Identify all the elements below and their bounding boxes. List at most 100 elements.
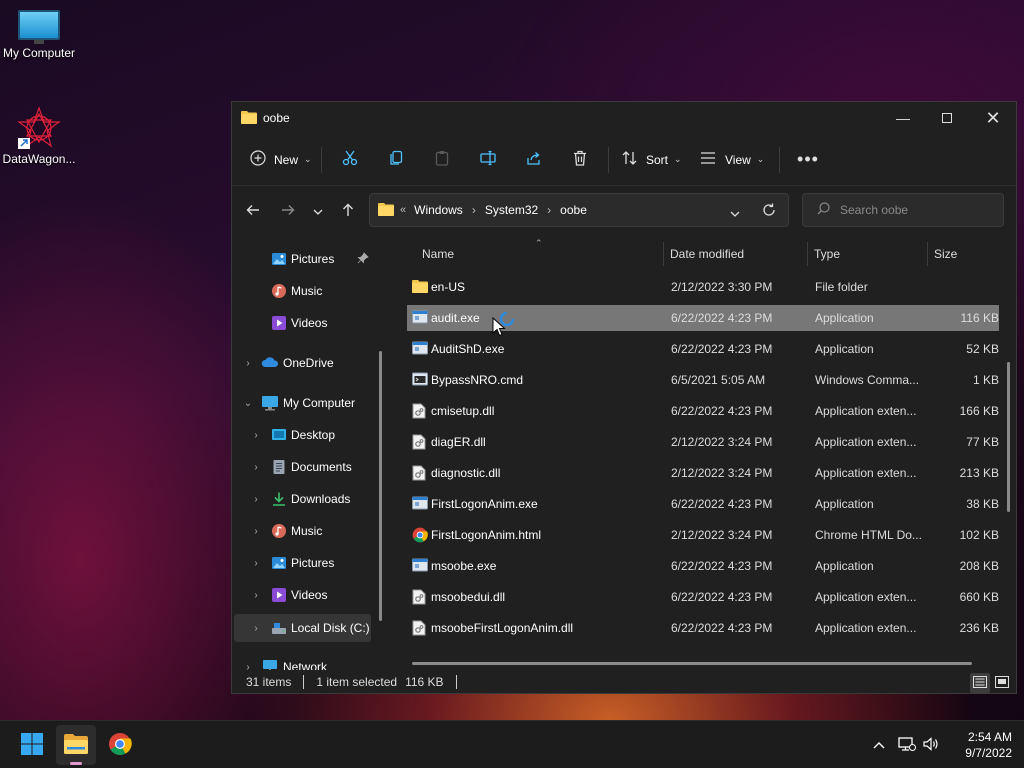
file-row[interactable]: FirstLogonAnim.html 2/12/2022 3:24 PM Chro… bbox=[407, 522, 999, 548]
recent-locations-button[interactable] bbox=[303, 186, 333, 236]
paste-button[interactable] bbox=[419, 144, 465, 176]
forward-button[interactable] bbox=[273, 186, 303, 236]
file-row[interactable]: BypassNRO.cmd 6/5/2021 5:05 AM Windows Com… bbox=[407, 367, 999, 393]
column-header-date[interactable]: Date modified bbox=[670, 236, 744, 272]
clock[interactable]: 2:54 AM 9/7/2022 bbox=[940, 729, 1012, 761]
delete-button[interactable] bbox=[557, 144, 603, 176]
nav-item-music-quick[interactable]: Music bbox=[234, 276, 371, 306]
chevron-right-icon[interactable]: › bbox=[250, 558, 262, 569]
column-divider[interactable] bbox=[663, 242, 664, 266]
column-divider[interactable] bbox=[927, 242, 928, 266]
pictures-icon bbox=[271, 251, 287, 267]
file-date: 6/22/2022 4:23 PM bbox=[671, 621, 773, 635]
nav-item-onedrive[interactable]: › OneDrive bbox=[234, 348, 371, 378]
maximize-button[interactable] bbox=[924, 102, 970, 134]
nav-item-downloads[interactable]: › Downloads bbox=[234, 484, 371, 514]
nav-item-music[interactable]: › Music bbox=[234, 516, 371, 546]
chevron-right-icon[interactable]: › bbox=[242, 662, 254, 671]
file-row[interactable]: FirstLogonAnim.exe 6/22/2022 4:23 PM Appli… bbox=[407, 491, 999, 517]
file-size: 166 KB bbox=[959, 404, 999, 418]
new-button[interactable]: New ⌄ bbox=[250, 144, 316, 176]
up-button[interactable] bbox=[333, 186, 363, 236]
address-dropdown-button[interactable] bbox=[730, 206, 740, 220]
show-hidden-icons-button[interactable] bbox=[866, 721, 892, 768]
tiles-view-icon bbox=[995, 675, 1009, 691]
file-row[interactable]: diagnostic.dll 2/12/2022 3:24 PM Applicati… bbox=[407, 460, 999, 486]
file-row[interactable]: cmisetup.dll 6/22/2022 4:23 PM Application… bbox=[407, 398, 999, 424]
folder-icon bbox=[241, 110, 257, 127]
taskbar-chrome[interactable] bbox=[100, 725, 140, 765]
file-size: 236 KB bbox=[959, 621, 999, 635]
volume-button[interactable] bbox=[920, 721, 942, 768]
breadcrumb-windows[interactable]: Windows bbox=[414, 203, 463, 217]
column-header-name[interactable]: Name bbox=[422, 236, 454, 272]
network-status-button[interactable] bbox=[896, 721, 918, 768]
nav-item-pictures[interactable]: › Pictures bbox=[234, 548, 371, 578]
chevron-right-icon[interactable]: › bbox=[250, 526, 262, 537]
search-box[interactable] bbox=[802, 193, 1004, 227]
cut-button[interactable] bbox=[327, 144, 373, 176]
nav-item-label: Pictures bbox=[291, 556, 335, 570]
sort-button[interactable]: Sort ⌄ bbox=[614, 144, 690, 176]
nav-item-videos-quick[interactable]: Videos bbox=[234, 308, 371, 338]
file-row[interactable]: diagER.dll 2/12/2022 3:24 PM Application e… bbox=[407, 429, 999, 455]
file-list-scrollbar[interactable] bbox=[1007, 362, 1010, 512]
breadcrumb-system32[interactable]: System32 bbox=[485, 203, 538, 217]
horizontal-scrollbar[interactable] bbox=[412, 662, 972, 665]
address-bar[interactable]: « Windows › System32 › oobe bbox=[369, 193, 789, 227]
file-name: FirstLogonAnim.exe bbox=[431, 497, 538, 511]
column-header-type[interactable]: Type bbox=[814, 236, 840, 272]
chevron-right-icon[interactable]: › bbox=[250, 623, 262, 634]
file-explorer-window: oobe — ✕ New ⌄ Sort ⌄ View ⌄ ••• « Windo… bbox=[231, 101, 1017, 694]
pin-icon[interactable] bbox=[357, 252, 369, 267]
rename-button[interactable] bbox=[465, 144, 511, 176]
desktop-icon-my-computer[interactable]: My Computer bbox=[0, 10, 79, 60]
nav-item-my-computer[interactable]: ⌄ My Computer bbox=[234, 388, 371, 418]
nav-item-local-disk[interactable]: › Local Disk (C:) bbox=[234, 614, 371, 642]
file-type: Application exten... bbox=[815, 404, 917, 418]
nav-item-network[interactable]: › Network bbox=[234, 652, 371, 670]
minimize-button[interactable]: — bbox=[880, 102, 926, 134]
back-button[interactable] bbox=[238, 186, 268, 236]
view-button[interactable]: View ⌄ bbox=[690, 144, 774, 176]
close-button[interactable]: ✕ bbox=[970, 102, 1016, 134]
file-date: 6/22/2022 4:23 PM bbox=[671, 311, 773, 325]
taskbar-file-explorer[interactable] bbox=[56, 725, 96, 765]
command-bar: New ⌄ Sort ⌄ View ⌄ ••• bbox=[232, 134, 1016, 186]
sort-ascending-icon: ⌃ bbox=[535, 238, 543, 248]
file-row[interactable]: msoobe.exe 6/22/2022 4:23 PM Application 20… bbox=[407, 553, 999, 579]
nav-item-pictures-quick[interactable]: Pictures bbox=[234, 244, 371, 274]
file-row[interactable]: msoobeFirstLogonAnim.dll 6/22/2022 4:23 P… bbox=[407, 615, 999, 641]
desktop-icon-datawagon[interactable]: DataWagon... bbox=[0, 106, 79, 166]
chevron-right-icon[interactable]: › bbox=[472, 203, 476, 217]
dll-file-icon bbox=[412, 403, 428, 419]
nav-item-desktop[interactable]: › Desktop bbox=[234, 420, 371, 450]
file-type: Application exten... bbox=[815, 590, 917, 604]
column-divider[interactable] bbox=[807, 242, 808, 266]
chevron-down-icon[interactable]: ⌄ bbox=[242, 398, 254, 409]
overflow-chevron-icon[interactable]: « bbox=[400, 204, 406, 216]
refresh-button[interactable] bbox=[762, 203, 776, 220]
file-row[interactable]: msoobedui.dll 6/22/2022 4:23 PM Applicatio… bbox=[407, 584, 999, 610]
chevron-right-icon[interactable]: › bbox=[250, 462, 262, 473]
start-button[interactable] bbox=[12, 725, 52, 765]
chevron-right-icon[interactable]: › bbox=[242, 358, 254, 369]
chevron-right-icon[interactable]: › bbox=[547, 203, 551, 217]
chevron-right-icon[interactable]: › bbox=[250, 494, 262, 505]
breadcrumb-oobe[interactable]: oobe bbox=[560, 203, 587, 217]
file-row[interactable]: en-US 2/12/2022 3:30 PM File folder bbox=[407, 274, 999, 300]
column-header-size[interactable]: Size bbox=[934, 236, 957, 272]
videos-icon bbox=[271, 587, 287, 603]
more-options-button[interactable]: ••• bbox=[785, 144, 831, 176]
file-date: 2/12/2022 3:24 PM bbox=[671, 435, 773, 449]
share-button[interactable] bbox=[511, 144, 557, 176]
application-icon bbox=[412, 341, 428, 357]
large-icons-view-button[interactable] bbox=[992, 673, 1012, 693]
chevron-right-icon[interactable]: › bbox=[250, 590, 262, 601]
nav-item-documents[interactable]: › Documents bbox=[234, 452, 371, 482]
details-view-button[interactable] bbox=[970, 673, 990, 693]
nav-item-videos[interactable]: › Videos bbox=[234, 580, 371, 610]
search-input[interactable] bbox=[840, 203, 990, 217]
chevron-right-icon[interactable]: › bbox=[250, 430, 262, 441]
copy-button[interactable] bbox=[373, 144, 419, 176]
